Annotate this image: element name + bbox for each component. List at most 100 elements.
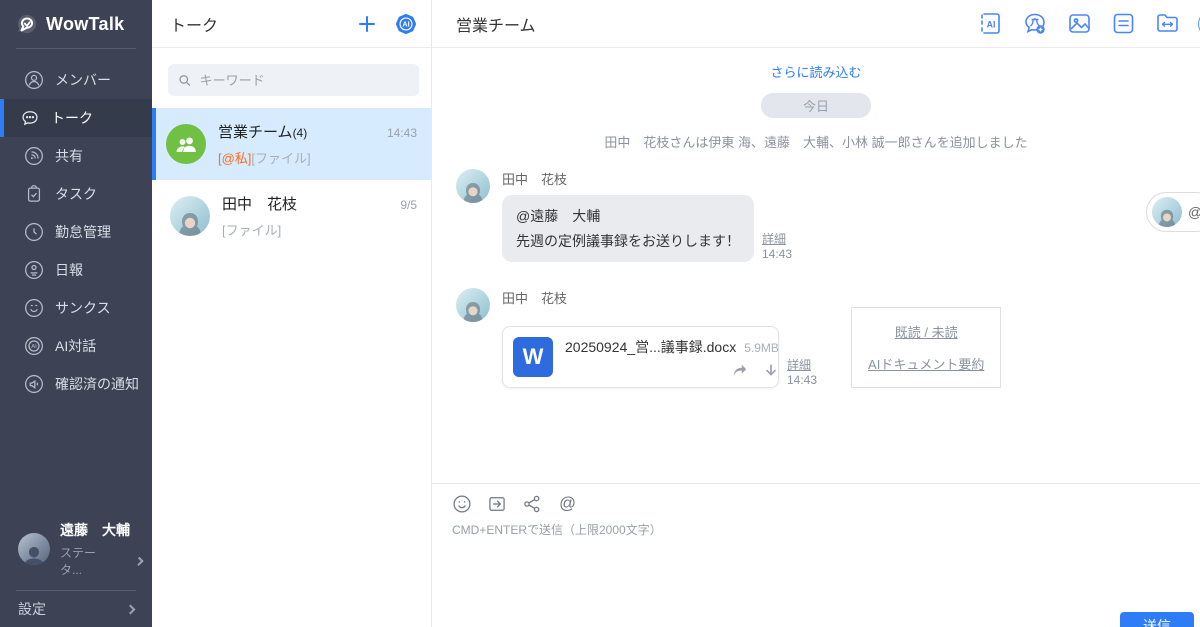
gallery-button[interactable] — [1066, 10, 1093, 37]
search-icon — [178, 73, 192, 88]
message-file: 田中 花枝 W 20250924_営...議事録.docx 5.9MB — [456, 288, 1200, 388]
chat-member-count: (4) — [293, 126, 308, 140]
file-actions — [565, 363, 779, 379]
status-link[interactable]: ステータ... — [60, 544, 142, 578]
conversation-panel: 営業チーム AI — [432, 0, 1200, 627]
detail-link[interactable]: 詳細 — [762, 232, 792, 247]
current-user[interactable]: 遠藤 大輔 ステータ... — [0, 510, 152, 590]
message-text: 田中 花枝 @遠藤 大輔 先週の定例議事録をお送りします！ 詳細 14:43 — [456, 169, 1200, 262]
megaphone-icon — [24, 374, 44, 394]
sidebar-item-members[interactable]: メンバー — [0, 61, 152, 99]
mention-at-symbol: @ — [1188, 204, 1200, 220]
chat-item-preview: [ファイル] — [222, 220, 417, 239]
translate-button[interactable] — [1021, 10, 1049, 38]
read-unread-link[interactable]: 既読 / 未読 — [895, 322, 958, 341]
memo-lines-icon — [1110, 10, 1137, 37]
sidebar-item-share[interactable]: 共有 — [0, 137, 152, 175]
conversation-title: 営業チーム — [456, 12, 536, 36]
search-input[interactable] — [200, 73, 409, 88]
chat-list-header: トーク AI — [152, 0, 431, 48]
download-icon[interactable] — [763, 363, 779, 379]
sender-avatar[interactable] — [456, 288, 490, 322]
settings-button[interactable]: 設定 — [0, 591, 152, 627]
translate-bubble-icon — [1021, 10, 1049, 38]
message-text-body: 先週の定例議事録をお送りします！ — [516, 229, 740, 254]
search-box[interactable] — [168, 64, 419, 96]
sidebar-item-confirmed-notices[interactable]: 確認済の通知 — [0, 365, 152, 403]
current-user-name: 遠藤 大輔 — [60, 520, 142, 540]
clock-icon — [24, 222, 44, 242]
group-icon — [174, 134, 198, 154]
sidebar-item-tasks[interactable]: タスク — [0, 175, 152, 213]
sidebar-item-thanks[interactable]: サンクス — [0, 289, 152, 327]
sidebar-item-label: トーク — [51, 108, 93, 128]
app-name: WowTalk — [46, 14, 124, 35]
chevron-right-icon — [134, 556, 143, 565]
sidebar: WowTalk メンバー トーク — [0, 0, 152, 627]
ai-badge-icon: AI — [395, 13, 417, 35]
chat-list-actions: AI — [357, 13, 417, 35]
sidebar-nav: メンバー トーク 共有 タスク — [0, 61, 152, 403]
send-file-icon[interactable] — [487, 494, 507, 514]
chat-list-item-tanaka[interactable]: 田中 花枝 9/5 [ファイル] — [152, 180, 431, 252]
chat-item-body: 田中 花枝 9/5 [ファイル] — [222, 193, 417, 239]
conversation-header: 営業チーム AI — [432, 0, 1200, 48]
emoji-icon[interactable] — [452, 494, 472, 514]
message-composer[interactable]: @ CMD+ENTERで送信（上限2000文字） 送信 — [432, 483, 1200, 627]
notes-button[interactable] — [1110, 10, 1137, 37]
load-more-link[interactable]: さらに読み込む — [432, 62, 1200, 81]
shared-folder-button[interactable] — [1154, 10, 1181, 37]
chat-list-item-sales-team[interactable]: 営業チーム(4) 14:43 [@私][ファイル] — [152, 108, 431, 180]
word-file-icon: W — [513, 337, 553, 377]
svg-text:AI: AI — [402, 19, 409, 28]
chat-item-body: 営業チーム(4) 14:43 [@私][ファイル] — [218, 121, 417, 167]
mention-notification-pill[interactable]: @ — [1146, 192, 1200, 232]
message-meta: 詳細 14:43 — [762, 232, 792, 262]
ai-assistant-button[interactable]: AI — [395, 13, 417, 35]
forward-icon[interactable] — [731, 363, 749, 379]
ai-document-summary-link[interactable]: AIドキュメント要約 — [868, 354, 984, 373]
app-logo: WowTalk — [0, 0, 152, 48]
plus-icon — [357, 14, 377, 34]
clipboard-icon — [24, 184, 44, 204]
group-avatar — [166, 124, 206, 164]
sidebar-item-ai-chat[interactable]: AI AI対話 — [0, 327, 152, 365]
sidebar-bottom: 遠藤 大輔 ステータ... 設定 — [0, 510, 152, 627]
sidebar-item-label: AI対話 — [55, 336, 96, 356]
sidebar-item-label: 勤怠管理 — [55, 222, 111, 242]
chat-item-time: 9/5 — [400, 198, 417, 212]
sender-avatar[interactable] — [456, 169, 490, 203]
sidebar-item-attendance[interactable]: 勤怠管理 — [0, 213, 152, 251]
wowtalk-logo-icon — [16, 13, 38, 35]
sender-name: 田中 花枝 — [502, 288, 1001, 307]
report-icon — [24, 260, 44, 280]
new-chat-button[interactable] — [357, 14, 377, 34]
detail-link[interactable]: 詳細 — [787, 358, 817, 373]
sidebar-item-label: タスク — [55, 184, 97, 204]
conversation-actions: AI — [977, 10, 1200, 38]
svg-text:@: @ — [559, 493, 576, 512]
send-button[interactable]: 送信 — [1120, 612, 1194, 627]
sidebar-item-talk[interactable]: トーク — [0, 99, 152, 137]
ai-notebook-icon: AI — [977, 10, 1004, 37]
mention-at-icon[interactable]: @ — [557, 493, 578, 514]
ai-dialog-icon: AI — [24, 336, 44, 356]
file-tag: [ファイル] — [222, 223, 281, 238]
message-bubble[interactable]: @遠藤 大輔 先週の定例議事録をお送りします！ — [502, 195, 754, 262]
member-icon — [24, 70, 44, 90]
sidebar-item-label: 日報 — [55, 260, 83, 280]
file-tag: [ファイル] — [251, 151, 310, 166]
file-attachment-card[interactable]: W 20250924_営...議事録.docx 5.9MB — [502, 326, 779, 388]
mention-avatar — [1152, 197, 1182, 227]
chat-item-avatar — [170, 196, 210, 236]
system-message: 田中 花枝さんは伊東 海、遠藤 大輔、小林 誠一郎さんを追加しました — [432, 132, 1200, 151]
chat-item-name: 田中 花枝 — [222, 193, 297, 214]
file-name: 20250924_営...議事録.docx — [565, 337, 736, 357]
share-nodes-icon[interactable] — [522, 494, 542, 514]
app-window: WowTalk メンバー トーク — [0, 0, 1200, 627]
sidebar-divider — [16, 48, 136, 49]
ai-notebook-button[interactable]: AI — [977, 10, 1004, 37]
sidebar-item-label: メンバー — [55, 70, 111, 90]
read-status-box: 既読 / 未読 AIドキュメント要約 — [851, 307, 1001, 388]
sidebar-item-daily-report[interactable]: 日報 — [0, 251, 152, 289]
